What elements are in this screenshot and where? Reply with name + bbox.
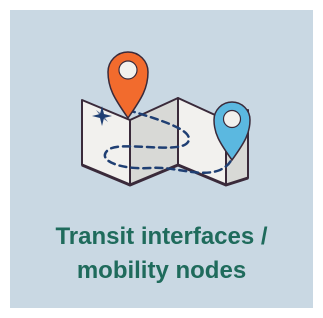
caption-line-1: Transit interfaces / [55,223,268,250]
map-illustration [81,51,251,187]
caption-line-2: mobility nodes [76,257,247,284]
card-caption: Transit interfaces / mobility nodes [10,220,313,288]
category-card[interactable]: Transit interfaces / mobility nodes [10,10,313,308]
orange-location-pin-icon [107,51,149,120]
